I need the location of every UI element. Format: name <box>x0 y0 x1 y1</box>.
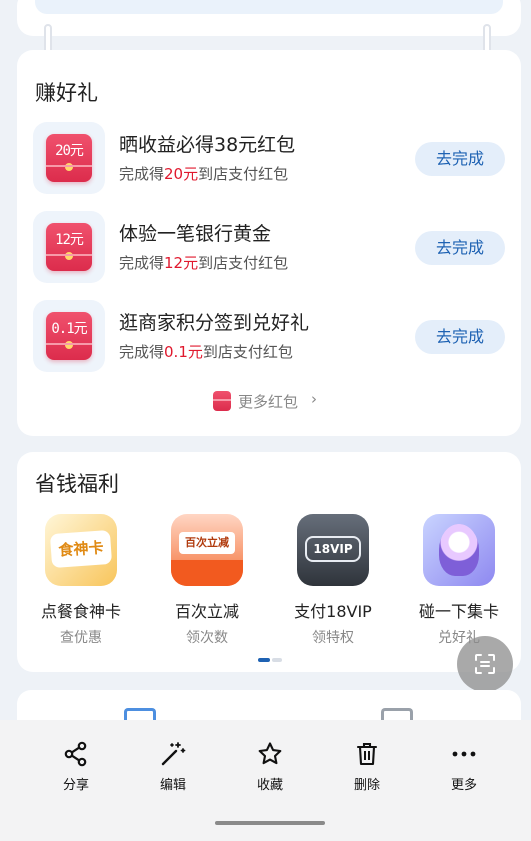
page-indicator <box>258 658 282 662</box>
perk-vip[interactable]: 18VIP 支付18VIP 领特权 <box>273 514 393 647</box>
go-complete-button[interactable]: 去完成 <box>415 320 505 354</box>
home-indicator <box>215 821 325 825</box>
perk-food-card[interactable]: 食神卡 点餐食神卡 查优惠 <box>21 514 141 647</box>
bottom-action-sheet: 分享 编辑 收藏 删除 更多 <box>0 720 531 841</box>
share-label: 分享 <box>62 778 89 793</box>
top-partial-card <box>17 0 521 36</box>
more-button[interactable]: 更多 <box>434 740 494 793</box>
perk-label: 碰一下集卡 <box>418 602 499 621</box>
go-complete-button[interactable]: 去完成 <box>415 231 505 265</box>
task-reward-text: 完成得20元到店支付红包 <box>119 165 289 183</box>
share-icon <box>64 741 87 767</box>
task-reward-text: 完成得12元到店支付红包 <box>119 254 289 272</box>
perk-sub-label: 查优惠 <box>60 630 102 646</box>
discount-icon: 百次立减 <box>171 514 243 586</box>
top-card-banner <box>35 0 503 14</box>
task-row[interactable]: 0.1元 逛商家积分签到兑好礼 完成得0.1元到店支付红包 去完成 <box>33 300 513 374</box>
favorite-label: 收藏 <box>256 778 283 793</box>
red-envelope-icon: 0.1元 <box>33 300 105 372</box>
task-row[interactable]: 20元 晒收益必得38元红包 完成得20元到店支付红包 去完成 <box>33 122 513 196</box>
page-dot-active <box>258 658 270 662</box>
favorite-button[interactable]: 收藏 <box>240 740 300 793</box>
reward-amount: 0.1元 <box>164 343 203 361</box>
chevron-right-icon: › <box>311 390 317 408</box>
earn-rewards-card: 赚好礼 20元 晒收益必得38元红包 完成得20元到店支付红包 去完成 12元 … <box>17 50 521 436</box>
red-envelope-icon: 20元 <box>33 122 105 194</box>
red-envelope-icon: 12元 <box>33 211 105 283</box>
red-packet-icon <box>213 391 231 411</box>
page-dot <box>272 658 282 662</box>
perk-sub-label: 领次数 <box>186 630 228 646</box>
task-title: 逛商家积分签到兑好礼 <box>119 312 310 334</box>
more-label: 更多 <box>450 778 477 793</box>
envelope-amount: 12元 <box>55 232 84 248</box>
peek-tab-card <box>17 690 521 720</box>
reward-amount: 12元 <box>164 254 199 272</box>
perk-label: 点餐食神卡 <box>40 602 121 621</box>
scan-icon <box>475 654 495 674</box>
perk-collect-card[interactable]: 碰一下集卡 兑好礼 <box>399 514 519 647</box>
earn-rewards-title: 赚好礼 <box>35 81 98 105</box>
perk-label: 百次立减 <box>174 602 239 621</box>
edit-label: 编辑 <box>159 778 186 793</box>
task-title: 晒收益必得38元红包 <box>119 134 296 156</box>
scan-text-button[interactable] <box>457 636 513 692</box>
envelope-amount: 20元 <box>55 143 84 159</box>
collect-card-icon <box>423 514 495 586</box>
gift-icon <box>124 708 156 720</box>
savings-welfare-title: 省钱福利 <box>35 472 119 496</box>
task-title: 体验一笔银行黄金 <box>119 223 272 245</box>
delete-button[interactable]: 删除 <box>337 740 397 793</box>
perk-sub-label: 领特权 <box>312 630 354 646</box>
food-card-icon: 食神卡 <box>45 514 117 586</box>
task-row[interactable]: 12元 体验一笔银行黄金 完成得12元到店支付红包 去完成 <box>33 211 513 285</box>
vip-icon: 18VIP <box>297 514 369 586</box>
perk-label: 支付18VIP <box>294 602 372 621</box>
more-red-packets-label: 更多红包 <box>238 393 299 411</box>
savings-welfare-card: 省钱福利 食神卡 点餐食神卡 查优惠 百次立减 百次立减 领次数 18VIP 支… <box>17 452 521 672</box>
envelope-amount: 0.1元 <box>51 321 87 337</box>
edit-button[interactable]: 编辑 <box>143 740 203 793</box>
magic-wand-icon <box>161 742 186 766</box>
star-icon <box>258 742 282 765</box>
go-complete-button[interactable]: 去完成 <box>415 142 505 176</box>
share-button[interactable]: 分享 <box>46 740 106 793</box>
reward-amount: 20元 <box>164 165 199 183</box>
more-dots-icon <box>452 751 476 757</box>
trash-icon <box>356 742 378 766</box>
perk-hundred-discount[interactable]: 百次立减 百次立减 领次数 <box>147 514 267 647</box>
task-reward-text: 完成得0.1元到店支付红包 <box>119 343 293 361</box>
delete-label: 删除 <box>353 778 380 793</box>
tab-icon <box>381 708 413 720</box>
